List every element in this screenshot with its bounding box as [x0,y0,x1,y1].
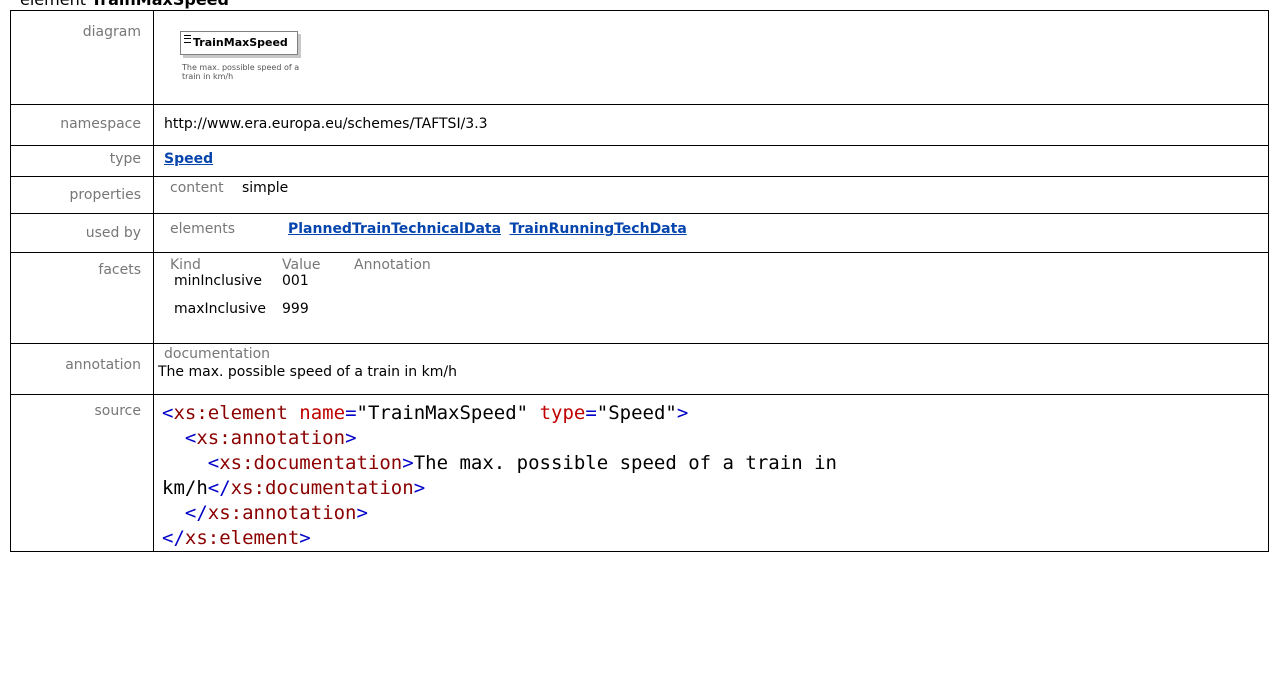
facets-header-row: Kind Value Annotation [170,257,1268,273]
type-label: type [109,151,141,167]
source-line: </xs:element> [162,527,311,549]
facets-header-value: Value [282,257,321,273]
facet-value: 999 [282,301,309,317]
used-by-link-planned-train-technical-data[interactable]: PlannedTrainTechnicalData [288,221,501,237]
element-doc-table: diagram TrainMaxSpeed The max. possible … [10,10,1269,552]
properties-label: properties [69,187,141,203]
source-label: source [94,403,142,419]
properties-row: properties content simple [10,176,1269,214]
source-line: <xs:documentation>The max. possible spee… [207,452,837,474]
source-row: source <xs:element name="TrainMaxSpeed" … [10,394,1269,552]
heading-keyword: element [20,0,86,9]
annotation-text: The max. possible speed of a train in km… [158,364,457,380]
source-line: </xs:annotation> [184,502,368,524]
annotation-key: documentation [164,346,271,362]
annotation-label: annotation [65,357,141,373]
diagram-row: diagram TrainMaxSpeed The max. possible … [10,10,1269,105]
used-by-link-train-running-tech-data[interactable]: TrainRunningTechData [510,221,687,237]
element-lines-icon [184,35,191,43]
page: element TrainMaxSpeed diagram TrainMaxSp… [0,0,1279,678]
schema-diagram: TrainMaxSpeed The max. possible speed of… [164,11,1268,104]
type-row: type Speed [10,145,1269,177]
annotation-table: documentation The max. possible speed of… [158,344,1268,380]
source-code: <xs:element name="TrainMaxSpeed" type="S… [162,395,1268,551]
type-link[interactable]: Speed [164,151,213,167]
used-by-key: elements [170,221,236,237]
diagram-label: diagram [82,24,141,40]
facet-kind: maxInclusive [174,301,267,317]
source-line: <xs:annotation> [184,427,357,449]
diagram-element-name: TrainMaxSpeed [193,36,288,49]
namespace-row: namespace http://www.era.europa.eu/schem… [10,104,1269,146]
annotation-row: annotation documentation The max. possib… [10,343,1269,395]
namespace-label: namespace [60,116,141,132]
source-line: km/h</xs:documentation> [162,477,426,499]
properties-key: content [170,180,224,196]
facets-header-kind: Kind [170,257,201,273]
facet-row: minInclusive 001 [170,273,1268,289]
facets-row: facets Kind Value Annotation minInclusiv… [10,252,1269,344]
source-line: <xs:element name="TrainMaxSpeed" type="S… [162,402,689,424]
namespace-value: http://www.era.europa.eu/schemes/TAFTSI/… [164,116,488,132]
facets-table: Kind Value Annotation minInclusive 001 m… [164,253,1268,317]
used-by-label: used by [85,225,141,241]
heading-element-name: TrainMaxSpeed [91,0,229,9]
diagram-element-doc: The max. possible speed of a train in km… [182,63,300,81]
facet-kind: minInclusive [174,273,262,289]
properties-value: simple [242,180,289,196]
facet-row: maxInclusive 999 [170,301,1268,317]
used-by-table: elements PlannedTrainTechnicalData TrainR… [164,214,1268,237]
facet-value: 001 [282,273,309,289]
facets-header-annotation: Annotation [354,257,431,273]
used-by-row: used by elements PlannedTrainTechnicalDat… [10,213,1269,253]
diagram-element-box[interactable]: TrainMaxSpeed [180,31,298,55]
properties-table: content simple [164,177,1268,196]
facets-label: facets [98,262,141,278]
page-heading: element TrainMaxSpeed [20,0,229,9]
